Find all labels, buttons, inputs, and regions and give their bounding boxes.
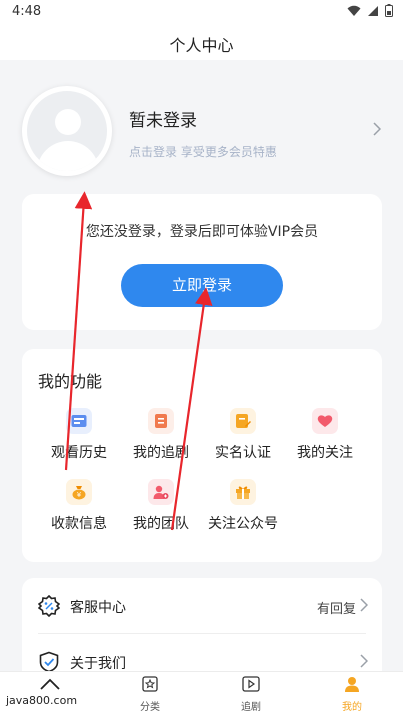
- status-time: 4:48: [12, 4, 42, 19]
- bookmark-list-icon: [148, 408, 174, 434]
- profile-header[interactable]: 暂未登录 点击登录 享受更多会员特惠: [0, 60, 403, 198]
- function-item-history[interactable]: 观看历史: [38, 408, 120, 462]
- shield-check-icon: [39, 651, 59, 673]
- function-item-verification[interactable]: 实名认证: [202, 408, 284, 462]
- battery-icon: [385, 4, 393, 17]
- function-label: 收款信息: [51, 516, 107, 532]
- function-label: 观看历史: [51, 445, 107, 461]
- function-label: 关注公众号: [208, 516, 278, 532]
- function-label: 我的追剧: [133, 445, 189, 461]
- tab-mine[interactable]: 我的: [322, 676, 382, 713]
- chevron-right-icon: [360, 598, 368, 612]
- heart-icon: [312, 408, 338, 434]
- user-icon: [345, 677, 359, 692]
- login-button[interactable]: 立即登录: [121, 264, 283, 307]
- svg-text:¥: ¥: [77, 491, 82, 499]
- gift-icon: [230, 479, 256, 505]
- profile-subtitle: 点击登录 享受更多会员特惠: [129, 145, 277, 159]
- wifi-icon: [347, 5, 361, 16]
- page-title: 个人中心: [169, 36, 234, 55]
- team-icon: [148, 479, 174, 505]
- customer-service-icon: [38, 595, 60, 617]
- money-bag-icon: ¥: [66, 479, 92, 505]
- avatar[interactable]: [22, 86, 112, 176]
- function-item-following-shows[interactable]: 我的追剧: [120, 408, 202, 462]
- login-tip: 您还没登录，登录后即可体验VIP会员: [85, 224, 319, 240]
- menu-item-customer-service[interactable]: 客服中心 有回复: [22, 578, 382, 634]
- function-item-official-account[interactable]: 关注公众号: [202, 479, 284, 533]
- function-label: 我的关注: [297, 445, 353, 461]
- category-icon: [142, 676, 158, 692]
- tab-label: 分类: [140, 702, 160, 713]
- nav-bar: 个人中心: [0, 24, 403, 60]
- tab-category[interactable]: 分类: [120, 676, 180, 713]
- id-card-icon: [230, 408, 256, 434]
- functions-card: 我的功能 观看历史 我的追剧 实名认证 我的关注 ¥ 收款信息 我的团队 关注公…: [22, 349, 382, 562]
- functions-title: 我的功能: [38, 372, 103, 391]
- menu-value: 有回复: [316, 602, 356, 617]
- chevron-right-icon: [360, 654, 368, 668]
- function-item-following[interactable]: 我的关注: [284, 408, 366, 462]
- tab-label: 我的: [342, 702, 362, 713]
- status-icons: [347, 4, 393, 17]
- tab-following[interactable]: 追剧: [221, 676, 281, 713]
- profile-name[interactable]: 暂未登录: [129, 106, 197, 131]
- menu-label: 客服中心: [70, 600, 126, 616]
- login-card: 您还没登录，登录后即可体验VIP会员 立即登录: [22, 194, 382, 330]
- history-icon: [66, 408, 92, 434]
- signal-icon: [368, 5, 378, 16]
- menu-label: 关于我们: [70, 656, 126, 672]
- watermark: java800.com: [6, 694, 78, 707]
- avatar-body-shape: [37, 141, 99, 171]
- home-icon: [40, 678, 60, 690]
- play-icon: [242, 676, 260, 692]
- function-item-team[interactable]: 我的团队: [120, 479, 202, 533]
- status-bar: 4:48: [0, 0, 403, 24]
- tab-label: 追剧: [241, 702, 261, 713]
- avatar-head-shape: [55, 109, 81, 135]
- function-label: 我的团队: [133, 516, 189, 532]
- function-item-payment-info[interactable]: ¥ 收款信息: [38, 479, 120, 533]
- chevron-right-icon[interactable]: [373, 122, 381, 136]
- function-label: 实名认证: [215, 445, 271, 461]
